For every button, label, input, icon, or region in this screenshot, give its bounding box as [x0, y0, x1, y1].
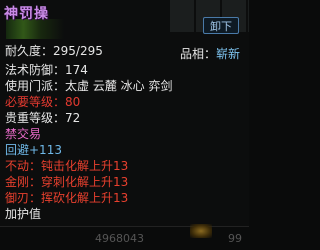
- required-level: 必要等级：80: [5, 95, 81, 109]
- attribute-1: 不动：钝击化解上升13: [5, 159, 129, 173]
- item-name: 神罚操: [4, 6, 49, 22]
- quality-label: 品相：: [180, 47, 217, 61]
- quality-value: 崭新: [216, 47, 241, 61]
- durability: 耐久度：295/295: [5, 44, 103, 58]
- enchant-label: 加护值: [5, 207, 42, 221]
- coin-icon: [190, 224, 212, 238]
- usable-sects: 使用门派：太虚 云麓 冰心 弈剑: [5, 79, 173, 93]
- dodge-stat: 回避+113: [5, 143, 62, 157]
- quality: 品相：崭新: [180, 45, 240, 62]
- magic-defense: 法术防御：174: [5, 63, 88, 77]
- noble-level: 贵重等级：72: [5, 111, 81, 125]
- trade-restriction: 禁交易: [5, 127, 42, 141]
- slot-count: 99: [228, 232, 242, 245]
- attribute-3: 御刃：挥砍化解上升13: [5, 191, 129, 205]
- item-tooltip: 神罚操 卸下 耐久度：295/295 品相：崭新 法术防御：174 使用门派：太…: [0, 0, 249, 250]
- money-amount: 4968043: [95, 232, 144, 245]
- attribute-2: 金刚：穿刺化解上升13: [5, 175, 129, 189]
- unequip-button[interactable]: 卸下: [203, 17, 239, 34]
